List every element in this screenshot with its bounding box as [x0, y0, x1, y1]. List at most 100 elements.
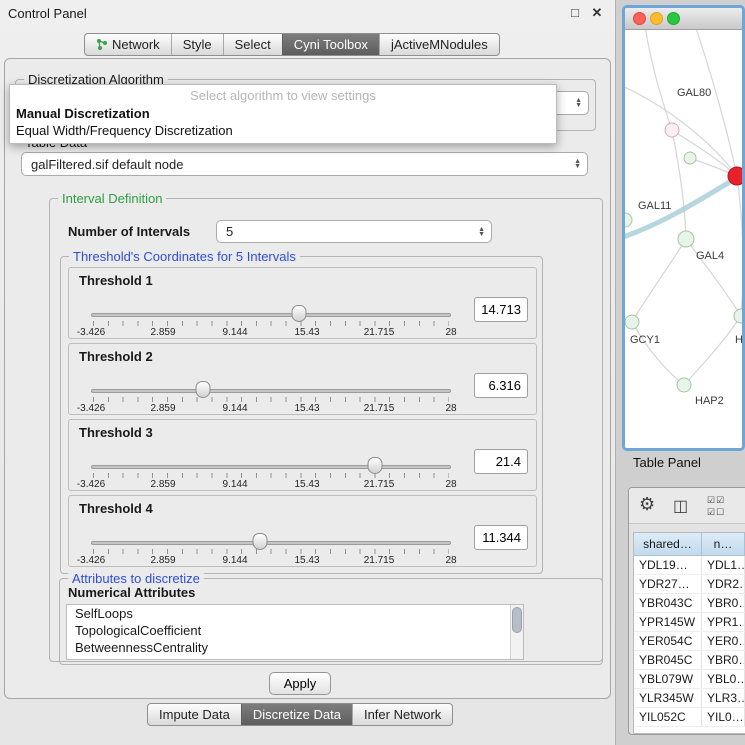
table-cell[interactable]: YER0…: [702, 632, 745, 650]
table-row[interactable]: YBR045CYBR0…: [634, 651, 745, 670]
tab-infer-network[interactable]: Infer Network: [352, 704, 452, 725]
network-canvas[interactable]: GAL80 GAL11 GAL4 GCY1 HAP2 H: [625, 30, 742, 448]
dropdown-item-equal-width[interactable]: Equal Width/Frequency Discretization: [10, 122, 556, 139]
threshold-slider[interactable]: -3.426 2.859 9.144 15.43 21.715 28: [91, 344, 451, 416]
table-cell[interactable]: YLR345W: [634, 689, 702, 707]
node-hap2[interactable]: [677, 378, 691, 392]
list-scrollbar[interactable]: [510, 605, 523, 659]
tab-jactivemnodules[interactable]: jActiveMNodules: [379, 34, 499, 55]
scale-label: -3.426: [77, 327, 105, 338]
slider-track[interactable]: [91, 389, 451, 393]
scrollbar-thumb[interactable]: [512, 607, 522, 633]
table-cell[interactable]: YBR0…: [702, 651, 745, 669]
table-cell[interactable]: YPR1…: [702, 613, 745, 631]
number-of-intervals-combobox[interactable]: 5 ▲▼: [216, 220, 492, 243]
table-cell[interactable]: YIL0…: [702, 708, 745, 726]
tab-impute-data[interactable]: Impute Data: [148, 704, 241, 725]
slider-thumb[interactable]: [195, 381, 210, 398]
table-cell[interactable]: YBR045C: [634, 651, 702, 669]
table-row[interactable]: YDL19…YDL1…: [634, 556, 745, 575]
table-cell[interactable]: YDR2…: [702, 575, 745, 593]
algorithm-placeholder: Select algorithm to view settings: [10, 85, 556, 105]
table-cell[interactable]: YDL1…: [702, 556, 745, 574]
zoom-traffic-light-icon[interactable]: [667, 12, 680, 25]
table-row[interactable]: YLR345WYLR3…: [634, 689, 745, 708]
threshold-value-input[interactable]: [474, 373, 528, 398]
apply-button[interactable]: Apply: [269, 672, 331, 695]
list-item[interactable]: SelfLoops: [67, 605, 523, 622]
table-cell[interactable]: YBR0…: [702, 594, 745, 612]
numerical-attributes-heading: Numerical Attributes: [68, 585, 195, 600]
tab-label: Impute Data: [159, 707, 230, 722]
close-icon[interactable]: ✕: [589, 5, 605, 21]
node[interactable]: [734, 309, 742, 323]
table-cell[interactable]: YIL052C: [634, 708, 702, 726]
table-row[interactable]: YER054CYER0…: [634, 632, 745, 651]
table-cell[interactable]: YBR043C: [634, 594, 702, 612]
tab-label: Cyni Toolbox: [294, 37, 368, 52]
scale-label: 9.144: [222, 479, 247, 490]
scale-label: 9.144: [222, 555, 247, 566]
slider-track[interactable]: [91, 465, 451, 469]
tab-label: Infer Network: [364, 707, 441, 722]
slider-thumb[interactable]: [368, 457, 383, 474]
slider-thumb[interactable]: [253, 533, 268, 550]
table-cell[interactable]: YPR145W: [634, 613, 702, 631]
table-cell[interactable]: YDL19…: [634, 556, 702, 574]
node-gcy1[interactable]: [625, 315, 639, 329]
table-data-combobox[interactable]: galFiltered.sif default node ▲▼: [21, 152, 588, 176]
group-title: Interval Definition: [58, 191, 166, 206]
node-selected[interactable]: [728, 167, 742, 185]
numerical-attributes-list: SelfLoops TopologicalCoefficient Between…: [66, 604, 524, 660]
table-row[interactable]: YIL052CYIL0…: [634, 708, 745, 727]
group-title: Attributes to discretize: [68, 571, 204, 586]
table-panel-window: ⚙ ◫ ☑☑ ☑☐ shared… n… YDL19…YDL1… YDR27…Y…: [628, 487, 745, 735]
column-header[interactable]: n…: [702, 533, 745, 556]
threshold-slider[interactable]: -3.426 2.859 9.144 15.43 21.715 28: [91, 268, 451, 340]
minimize-traffic-light-icon[interactable]: [650, 12, 663, 25]
scale-label: 21.715: [364, 479, 395, 490]
scale-label: 28: [445, 403, 456, 414]
table-row[interactable]: YBR043CYBR0…: [634, 594, 745, 613]
minimize-icon[interactable]: □: [567, 5, 583, 20]
tab-network[interactable]: Network: [85, 34, 171, 55]
close-traffic-light-icon[interactable]: [633, 12, 646, 25]
table-cell[interactable]: YER054C: [634, 632, 702, 650]
column-header[interactable]: shared…: [634, 533, 702, 556]
threshold-slider[interactable]: -3.426 2.859 9.144 15.43 21.715 28: [91, 496, 451, 568]
table-cell[interactable]: YBL0…: [702, 670, 745, 688]
node-gal4[interactable]: [678, 231, 694, 247]
slider-ticks: [93, 397, 449, 402]
table-row[interactable]: YDR27…YDR2…: [634, 575, 745, 594]
threshold-value-input[interactable]: [474, 449, 528, 474]
node[interactable]: [684, 152, 696, 164]
node-gal80[interactable]: [665, 123, 679, 137]
list-item[interactable]: BetweennessCentrality: [67, 639, 523, 656]
threshold-value-input[interactable]: [474, 525, 528, 550]
tab-style[interactable]: Style: [171, 34, 223, 55]
dropdown-item-manual-discretization[interactable]: Manual Discretization: [10, 105, 556, 122]
node-label: GAL11: [638, 200, 671, 212]
scale-label: 15.43: [294, 555, 319, 566]
table-row[interactable]: YPR145WYPR1…: [634, 613, 745, 632]
scale-label: 28: [445, 327, 456, 338]
threshold-panel: Threshold 1 -3.426 2.859 9.144 15.43: [68, 267, 537, 339]
table-cell[interactable]: YBL079W: [634, 670, 702, 688]
select-columns-checkboxes-icon[interactable]: ☑☑ ☑☐: [707, 494, 725, 518]
table-cell[interactable]: YDR27…: [634, 575, 702, 593]
threshold-value-input[interactable]: [474, 297, 528, 322]
columns-icon[interactable]: ◫: [673, 496, 688, 516]
list-item[interactable]: TopologicalCoefficient: [67, 622, 523, 639]
slider-thumb[interactable]: [291, 305, 306, 322]
tab-select[interactable]: Select: [223, 34, 282, 55]
slider-track[interactable]: [91, 313, 451, 317]
tab-cyni-toolbox[interactable]: Cyni Toolbox: [282, 34, 379, 55]
table-row[interactable]: YBL079WYBL0…: [634, 670, 745, 689]
tab-discretize-data[interactable]: Discretize Data: [241, 704, 352, 725]
network-window-titlebar[interactable]: [625, 8, 742, 30]
table-cell[interactable]: YLR3…: [702, 689, 745, 707]
threshold-slider[interactable]: -3.426 2.859 9.144 15.43 21.715 28: [91, 420, 451, 492]
gear-icon[interactable]: ⚙: [639, 494, 655, 515]
slider-track[interactable]: [91, 541, 451, 545]
node-gal11[interactable]: [625, 213, 632, 227]
